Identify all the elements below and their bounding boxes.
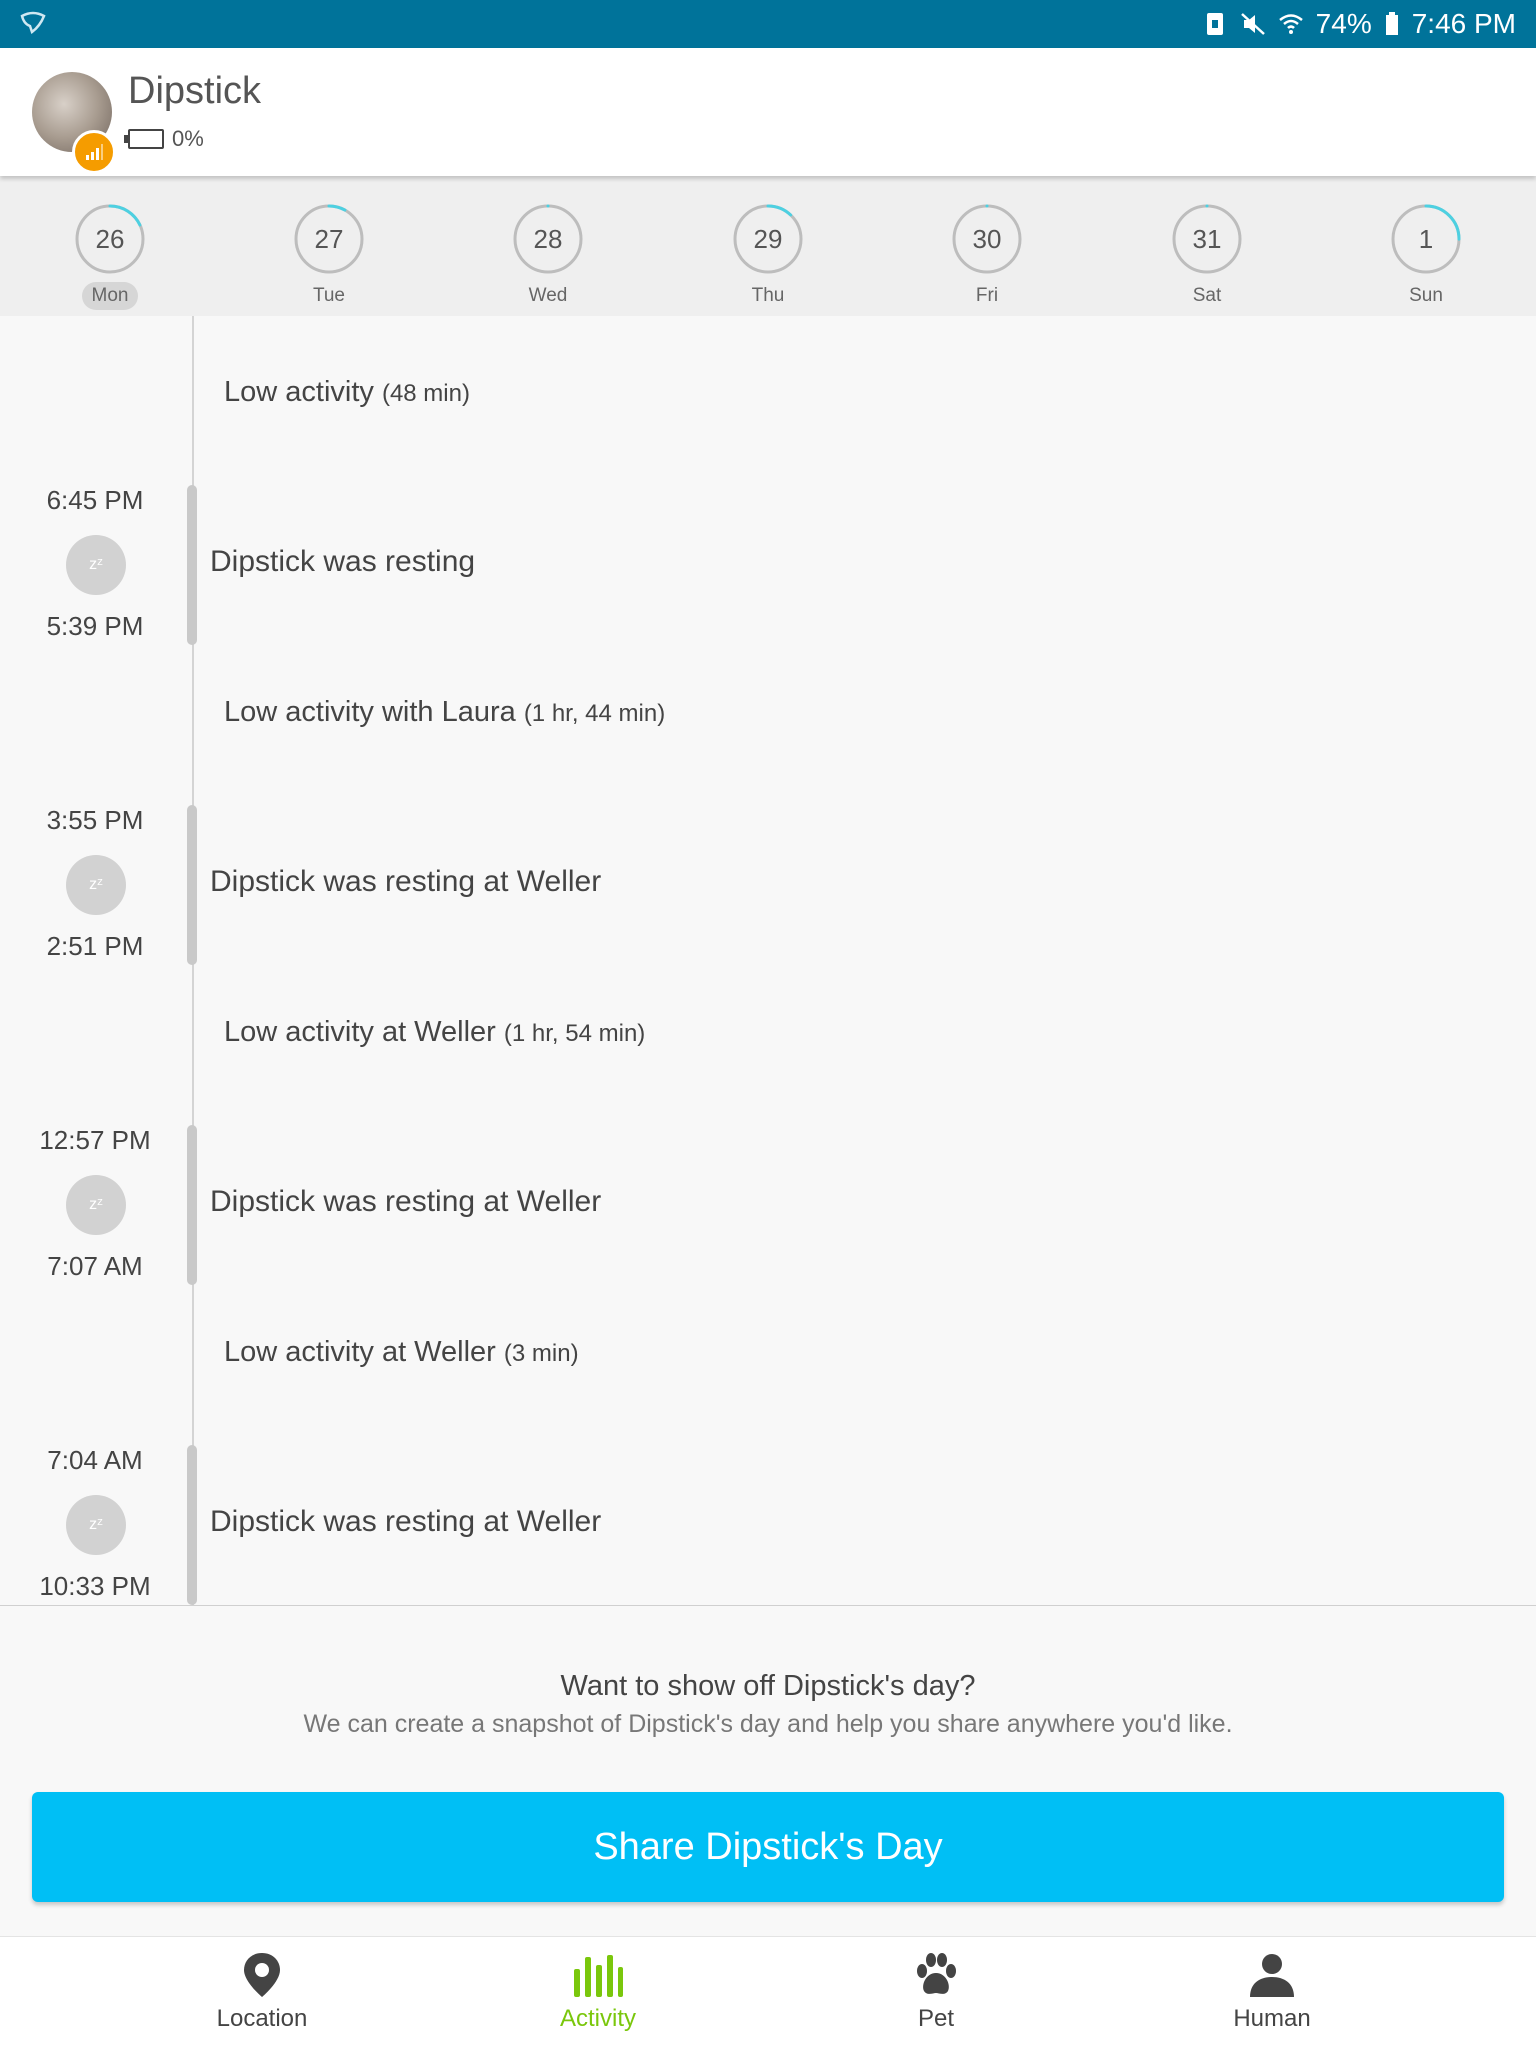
nav-pet-label: Pet (917, 2005, 955, 2032)
activity-entry[interactable]: Low activity at Weller (1 hr, 54 min) (224, 1016, 645, 1049)
sleep-zz-icon: zᶻ (66, 1495, 126, 1555)
week-selector: 26 Mon 27 Tue 28 Wed 29 Thu 30 Fri 31 Sat 1 Sun (0, 176, 1536, 316)
activity-entry[interactable]: Low activity at Weller (3 min) (224, 1336, 579, 1369)
pet-header: Dipstick 0% (0, 48, 1536, 176)
day-3[interactable]: 29 Thu (708, 202, 828, 310)
app-icon (20, 11, 46, 35)
status-battery-percent: 74% (1315, 8, 1372, 39)
day-4[interactable]: 30 Fri (927, 202, 1047, 310)
activity-bars-icon (574, 1955, 623, 1997)
share-day-button[interactable]: Share Dipstick's Day (32, 1792, 1504, 1902)
activity-text: Low activity at Weller (224, 1336, 496, 1368)
activity-text: Low activity with Laura (224, 696, 516, 728)
wifi-icon (1278, 14, 1303, 34)
day-0[interactable]: 26 Mon (50, 202, 170, 310)
sleep-zz-icon: zᶻ (66, 1175, 126, 1235)
bottom-navigation: Location Activity Pet Human (0, 1936, 1536, 2049)
activity-duration: (1 hr, 44 min) (523, 700, 666, 727)
day-label: Tue (312, 285, 346, 306)
location-pin-icon (244, 1953, 280, 1997)
rest-end-time: 2:51 PM (46, 931, 144, 961)
nav-activity-label: Activity (559, 2005, 636, 2032)
status-time: 7:46 PM (1411, 8, 1516, 39)
day-number: 31 (1192, 224, 1222, 254)
sd-card-icon (1206, 13, 1223, 35)
day-label: Mon (81, 282, 139, 310)
share-title: Want to show off Dipstick's day? (560, 1670, 976, 1702)
tracker-battery-level: 0% (172, 126, 204, 151)
tracker-battery-icon (124, 129, 164, 149)
activity-text: Low activity at Weller (224, 1016, 496, 1048)
rest-end-time: 5:39 PM (46, 611, 144, 641)
timeline-divider (0, 1605, 1536, 1606)
rest-end-time: 10:33 PM (39, 1571, 151, 1601)
activity-duration: (1 hr, 54 min) (503, 1020, 646, 1047)
rest-start-time: 3:55 PM (46, 805, 144, 835)
activity-timeline: Low activity (48 min) 6:45 PM zᶻ 5:39 PM Dip… (0, 316, 1536, 1606)
activity-entry[interactable]: Low activity with Laura (1 hr, 44 min) (224, 696, 665, 729)
day-number: 1 (1418, 224, 1434, 254)
day-label: Sun (1409, 285, 1443, 306)
day-label: Thu (751, 285, 785, 306)
pet-name: Dipstick (128, 70, 262, 112)
paw-icon (917, 1953, 956, 1994)
rest-entry-text[interactable]: Dipstick was resting at Weller (210, 865, 601, 899)
day-1[interactable]: 27 Tue (269, 202, 389, 310)
sleep-zz-icon: zᶻ (66, 855, 126, 915)
activity-duration: (48 min) (381, 380, 470, 407)
tracker-battery: 0% (124, 126, 204, 152)
day-number: 27 (314, 224, 344, 254)
nav-pet[interactable]: Pet (836, 1951, 1036, 2033)
activity-entry[interactable]: Low activity (48 min) (224, 376, 470, 409)
activity-duration: (3 min) (503, 1340, 579, 1367)
day-label: Sat (1192, 285, 1222, 306)
rest-end-time: 7:07 AM (47, 1251, 143, 1281)
signal-badge-icon (72, 130, 116, 174)
nav-activity[interactable]: Activity (498, 1951, 698, 2033)
status-bar: 74% 7:46 PM (0, 0, 1536, 48)
share-subtitle: We can create a snapshot of Dipstick's d… (303, 1710, 1233, 1738)
day-label: Fri (975, 285, 999, 306)
day-5[interactable]: 31 Sat (1147, 202, 1267, 310)
rest-entry-text[interactable]: Dipstick was resting (210, 545, 475, 579)
battery-icon (1385, 12, 1398, 35)
day-number: 30 (972, 224, 1002, 254)
day-2[interactable]: 28 Wed (488, 202, 608, 310)
nav-location-label: Location (216, 2005, 308, 2032)
mute-icon (1240, 13, 1265, 35)
sleep-zz-icon: zᶻ (66, 535, 126, 595)
day-label: Wed (528, 285, 568, 306)
rest-start-time: 6:45 PM (46, 485, 144, 515)
day-number: 26 (95, 224, 125, 254)
day-number: 28 (533, 224, 563, 254)
rest-entry-text[interactable]: Dipstick was resting at Weller (210, 1505, 601, 1539)
activity-text: Low activity (224, 376, 374, 408)
nav-human-label: Human (1233, 2005, 1311, 2032)
person-icon (1250, 1954, 1294, 1997)
day-6[interactable]: 1 Sun (1366, 202, 1486, 310)
rest-start-time: 12:57 PM (39, 1125, 151, 1155)
nav-location[interactable]: Location (162, 1951, 362, 2033)
rest-entry-text[interactable]: Dipstick was resting at Weller (210, 1185, 601, 1219)
rest-start-time: 7:04 AM (47, 1445, 143, 1475)
nav-human[interactable]: Human (1172, 1951, 1372, 2033)
day-number: 29 (753, 224, 783, 254)
